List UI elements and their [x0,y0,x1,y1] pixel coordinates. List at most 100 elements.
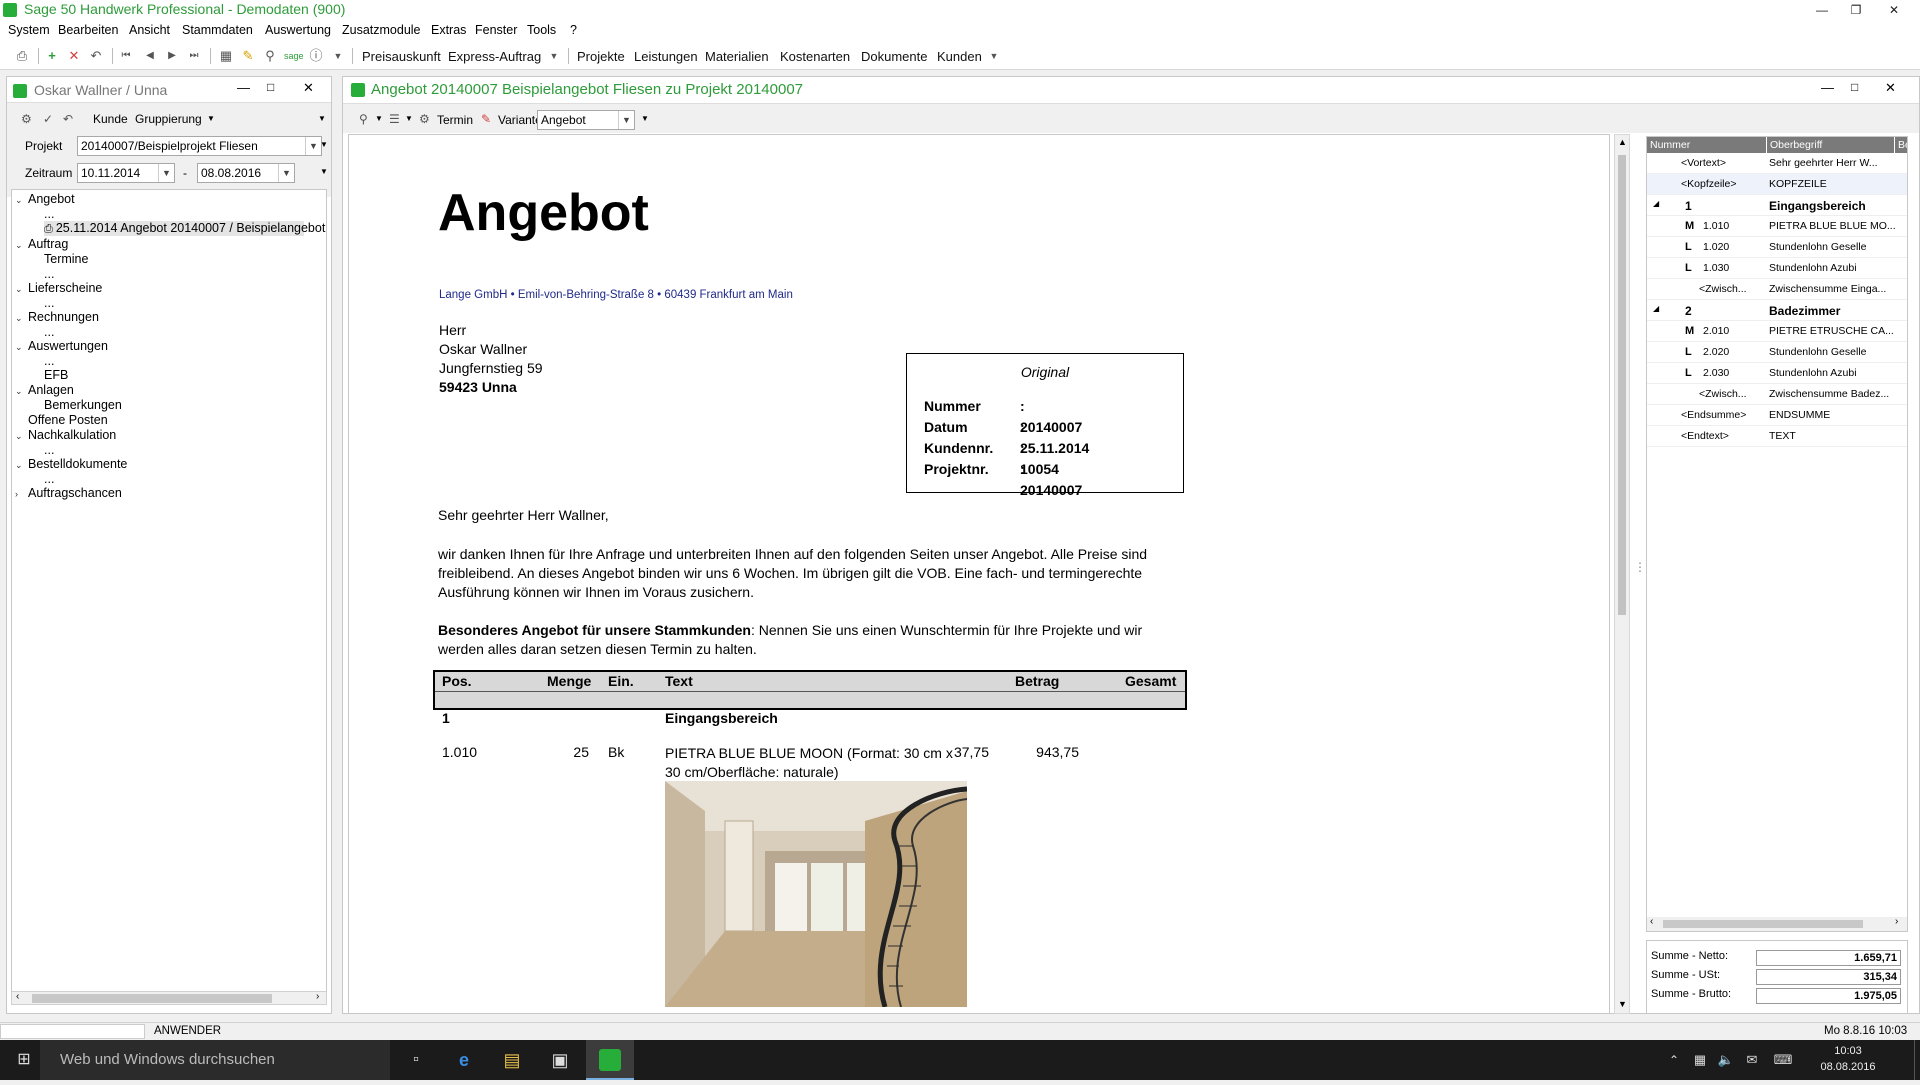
express-auftrag-button[interactable]: Express-Auftrag [448,49,541,64]
tree-item[interactable]: Bemerkungen [44,398,122,412]
grid-row[interactable]: M 1.010 PIETRA BLUE BLUE MO... [1647,216,1907,237]
grid-row[interactable]: L 2.020 Stundenlohn Geselle [1647,342,1907,363]
date-from-field[interactable]: 10.11.2014 ▼ [77,163,175,183]
sage-icon[interactable]: sage [284,48,304,64]
edge-icon[interactable]: e [440,1040,488,1080]
tree-item[interactable]: ... [44,325,54,339]
document-preview[interactable]: Angebot Lange GmbH • Emil-von-Behring-St… [348,134,1610,1014]
grid-header-be[interactable]: Be [1895,137,1907,153]
menu-extras[interactable]: Extras [431,23,466,37]
gruppierung-dropdown-icon[interactable]: ▼ [207,114,215,123]
tree-item[interactable]: Auftragschancen [28,486,122,500]
tree-item[interactable]: ... [44,443,54,457]
tree-item[interactable]: Rechnungen [28,310,99,324]
chevron-down-icon[interactable]: ⌄ [15,284,23,295]
check-icon[interactable]: ✓ [43,112,53,126]
grid-row[interactable]: L 1.020 Stundenlohn Geselle [1647,237,1907,258]
express-dropdown-icon[interactable]: ▼ [546,48,562,64]
projekt-extra-dropdown-icon[interactable]: ▼ [320,140,328,149]
network-icon[interactable]: ▦ [1688,1040,1712,1080]
scroll-left-icon[interactable]: ‹ [16,991,19,1002]
doc-maximize-icon[interactable]: □ [1851,80,1858,94]
menu-zusatzmodule[interactable]: Zusatzmodule [342,23,421,37]
expand-icon[interactable]: ◢ [1653,199,1659,208]
grid-row[interactable]: ◢ 1 Eingangsbereich [1647,195,1907,216]
dropdown-icon[interactable]: ▼ [330,48,346,64]
refresh-icon[interactable]: ↶ [63,112,73,126]
panel-options-icon[interactable]: ▼ [318,114,326,123]
grid-row[interactable]: L 1.030 Stundenlohn Azubi [1647,258,1907,279]
store-icon[interactable]: ▣ [536,1040,584,1080]
tree-item[interactable]: ... [44,296,54,310]
projekt-select[interactable]: 20140007/Beispielprojekt Fliesen ▼ [77,136,322,156]
menu-stammdaten[interactable]: Stammdaten [182,23,253,37]
grid-row[interactable]: <Vortext> Sehr geehrter Herr W... [1647,153,1907,174]
tray-up-icon[interactable]: ⌃ [1662,1040,1686,1080]
gruppierung-button[interactable]: Gruppierung [135,112,202,126]
menu-fenster[interactable]: Fenster [475,23,517,37]
grid-row[interactable]: L 2.030 Stundenlohn Azubi [1647,363,1907,384]
delete-icon[interactable]: ✕ [66,48,82,64]
menu-auswertung[interactable]: Auswertung [265,23,331,37]
print-icon[interactable]: ⎙ [14,48,30,64]
list-icon[interactable]: ☰ [389,112,400,126]
tree-item[interactable]: ... [44,354,54,368]
tree-item[interactable]: Auswertungen [28,339,108,353]
tree-item[interactable]: ⎙ 25.11.2014 Angebot 20140007 / Beispiel… [44,221,325,236]
preisauskunft-button[interactable]: Preisauskunft [362,49,441,64]
kunden-dropdown-icon[interactable]: ▼ [986,48,1002,64]
doc-minimize-icon[interactable]: — [1821,80,1834,95]
tree-item[interactable]: Nachkalkulation [28,428,116,442]
tree-item[interactable]: Termine [44,252,88,266]
tree-item[interactable]: Lieferscheine [28,281,102,295]
expand-icon[interactable]: ◢ [1653,304,1659,313]
menu-help[interactable]: ? [570,23,577,37]
chevron-down-icon[interactable]: ⌄ [15,342,23,353]
menu-ansicht[interactable]: Ansicht [129,23,170,37]
date-to-field[interactable]: 08.08.2016 ▼ [197,163,295,183]
menu-bearbeiten[interactable]: Bearbeiten [58,23,118,37]
help-icon[interactable]: ⓘ [308,48,324,64]
tree-item[interactable]: Angebot [28,192,75,206]
panel-close-icon[interactable]: ✕ [303,80,314,96]
panel-maximize-icon[interactable]: □ [267,80,274,94]
list-dropdown-icon[interactable]: ▼ [405,114,413,123]
document-vscrollbar[interactable]: ▲ ▼ [1614,134,1630,1014]
grid-row[interactable]: ◢ 2 Badezimmer [1647,300,1907,321]
preview-dropdown-icon[interactable]: ▼ [375,114,383,123]
leistungen-button[interactable]: Leistungen [634,49,698,64]
tree-item[interactable]: ... [44,472,54,486]
grid-header-oberbegriff[interactable]: Oberbegriff [1767,137,1895,153]
keyboard-icon[interactable]: ⌨ [1768,1040,1798,1080]
tree-item[interactable]: EFB [44,368,68,382]
scroll-left-icon[interactable]: ‹ [1650,916,1653,927]
grid-row[interactable]: <Endtext> TEXT [1647,426,1907,447]
grid-row[interactable]: <Zwisch... Zwischensumme Einga... [1647,279,1907,300]
taskbar-clock[interactable]: 10:03 08.08.2016 [1808,1043,1888,1075]
show-desktop[interactable] [1914,1040,1920,1080]
prev-record-icon[interactable]: ◀ [142,48,158,64]
restore-icon[interactable]: ❐ [1840,0,1872,20]
file-explorer-icon[interactable]: ▤ [488,1040,536,1080]
chevron-down-icon[interactable]: ⌄ [15,386,23,397]
materialien-button[interactable]: Materialien [705,49,769,64]
calculator-icon[interactable]: ▦ [218,48,234,64]
notes-icon[interactable]: ✎ [240,48,256,64]
kunden-button[interactable]: Kunden [937,49,982,64]
panel-minimize-icon[interactable]: — [237,80,250,95]
last-record-icon[interactable]: ⏭ [186,48,202,64]
chevron-down-icon[interactable]: ⌄ [15,240,23,251]
grid-row[interactable]: M 2.010 PIETRE ETRUSCHE CA... [1647,321,1907,342]
tree-hscrollbar[interactable]: ‹ › [11,991,327,1005]
chevron-right-icon[interactable]: › [15,489,18,499]
notifications-icon[interactable]: ✉ [1740,1040,1764,1080]
dokumente-button[interactable]: Dokumente [861,49,927,64]
close-icon[interactable]: ✕ [1878,0,1910,20]
grid-row[interactable]: <Kopfzeile> KOPFZEILE [1647,174,1907,195]
taskbar-search[interactable]: Web und Windows durchsuchen [40,1040,390,1080]
variante-extra-dropdown-icon[interactable]: ▼ [641,114,649,123]
zeitraum-extra-dropdown-icon[interactable]: ▼ [320,167,328,176]
sage-taskbar-icon[interactable] [586,1040,634,1080]
grid-row[interactable]: <Endsumme> ENDSUMME [1647,405,1907,426]
preview-icon[interactable]: ⚲ [359,112,368,126]
